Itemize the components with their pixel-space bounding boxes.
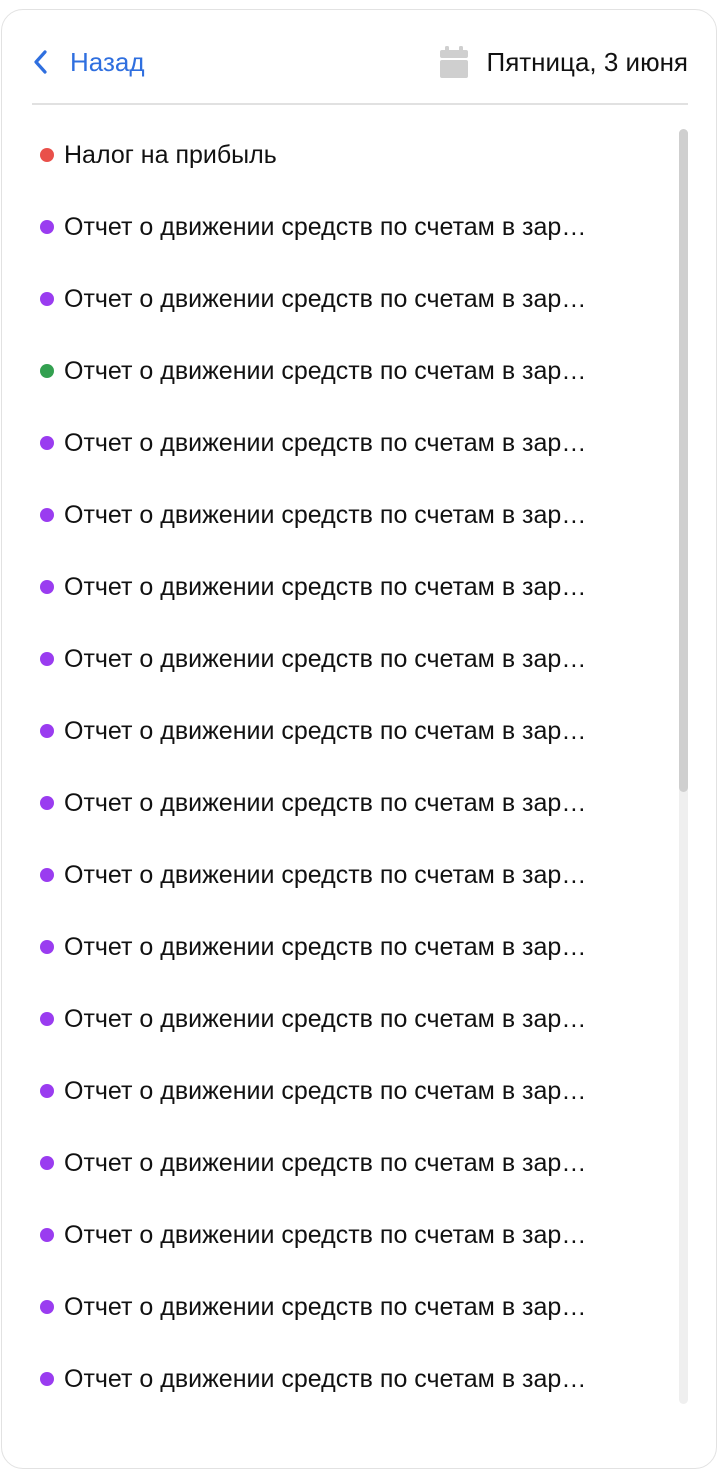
list-item-label: Отчет о движении средств по счетам в зар… [64,716,587,745]
chevron-left-icon [32,49,48,75]
status-dot [40,508,54,522]
status-dot [40,436,54,450]
list-item[interactable]: Отчет о движении средств по счетам в зар… [40,1199,654,1271]
list-item-label: Отчет о движении средств по счетам в зар… [64,284,587,313]
list-item-label: Отчет о движении средств по счетам в зар… [64,356,587,385]
event-list: Налог на прибыль Отчет о движении средств… [40,119,654,1415]
list-item[interactable]: Отчет о движении средств по счетам в зар… [40,1055,654,1127]
list-item-label: Отчет о движении средств по счетам в зар… [64,860,587,889]
list-item[interactable]: Отчет о движении средств по счетам в зар… [40,623,654,695]
header: Назад Пятница, 3 июня [32,40,688,84]
list-item-label: Налог на прибыль [64,140,277,169]
status-dot [40,1372,54,1386]
list-item[interactable]: Отчет о движении средств по счетам в зар… [40,1127,654,1199]
list-item[interactable]: Отчет о движении средств по счетам в зар… [40,551,654,623]
list-item-label: Отчет о движении средств по счетам в зар… [64,788,587,817]
header-divider [32,103,688,105]
list-item[interactable]: Отчет о движении средств по счетам в зар… [40,911,654,983]
list-item-label: Отчет о движении средств по счетам в зар… [64,212,587,241]
list-item[interactable]: Налог на прибыль [40,119,654,191]
list-item[interactable]: Отчет о движении средств по счетам в зар… [40,983,654,1055]
list-item-label: Отчет о движении средств по счетам в зар… [64,1220,587,1249]
status-dot [40,1300,54,1314]
status-dot [40,580,54,594]
status-dot [40,868,54,882]
date-display: Пятница, 3 июня [439,40,689,84]
list-item[interactable]: Отчет о движении средств по счетам в зар… [40,335,654,407]
list-item[interactable]: Отчет о движении средств по счетам в зар… [40,839,654,911]
list-item[interactable]: Отчет о движении средств по счетам в зар… [40,263,654,335]
date-label: Пятница, 3 июня [486,46,689,77]
status-dot [40,652,54,666]
list-item-label: Отчет о движении средств по счетам в зар… [64,1292,587,1321]
list-item[interactable]: Отчет о движении средств по счетам в зар… [40,1343,654,1415]
status-dot [40,1084,54,1098]
list-item-label: Отчет о движении средств по счетам в зар… [64,644,587,673]
list-item-label: Отчет о движении средств по счетам в зар… [64,1364,587,1393]
status-dot [40,364,54,378]
status-dot [40,292,54,306]
list-item[interactable]: Отчет о движении средств по счетам в зар… [40,479,654,551]
status-dot [40,796,54,810]
scrollbar-thumb[interactable] [679,129,688,792]
status-dot [40,940,54,954]
back-button[interactable]: Назад [32,40,145,84]
list-item[interactable]: Отчет о движении средств по счетам в зар… [40,191,654,263]
list-item[interactable]: Отчет о движении средств по счетам в зар… [40,407,654,479]
list-item-label: Отчет о движении средств по счетам в зар… [64,428,587,457]
status-dot [40,724,54,738]
list-item-label: Отчет о движении средств по счетам в зар… [64,572,587,601]
status-dot [40,148,54,162]
list-item[interactable]: Отчет о движении средств по счетам в зар… [40,767,654,839]
list-item[interactable]: Отчет о движении средств по счетам в зар… [40,695,654,767]
list-item-label: Отчет о движении средств по счетам в зар… [64,1148,587,1177]
list-item-label: Отчет о движении средств по счетам в зар… [64,1076,587,1105]
list-item-label: Отчет о движении средств по счетам в зар… [64,500,587,529]
list-item-label: Отчет о движении средств по счетам в зар… [64,1004,587,1033]
list-item[interactable]: Отчет о движении средств по счетам в зар… [40,1271,654,1343]
calendar-icon [439,46,469,78]
status-dot [40,1228,54,1242]
list-item-label: Отчет о движении средств по счетам в зар… [64,932,587,961]
status-dot [40,1156,54,1170]
back-label: Назад [70,46,145,77]
status-dot [40,220,54,234]
status-dot [40,1012,54,1026]
